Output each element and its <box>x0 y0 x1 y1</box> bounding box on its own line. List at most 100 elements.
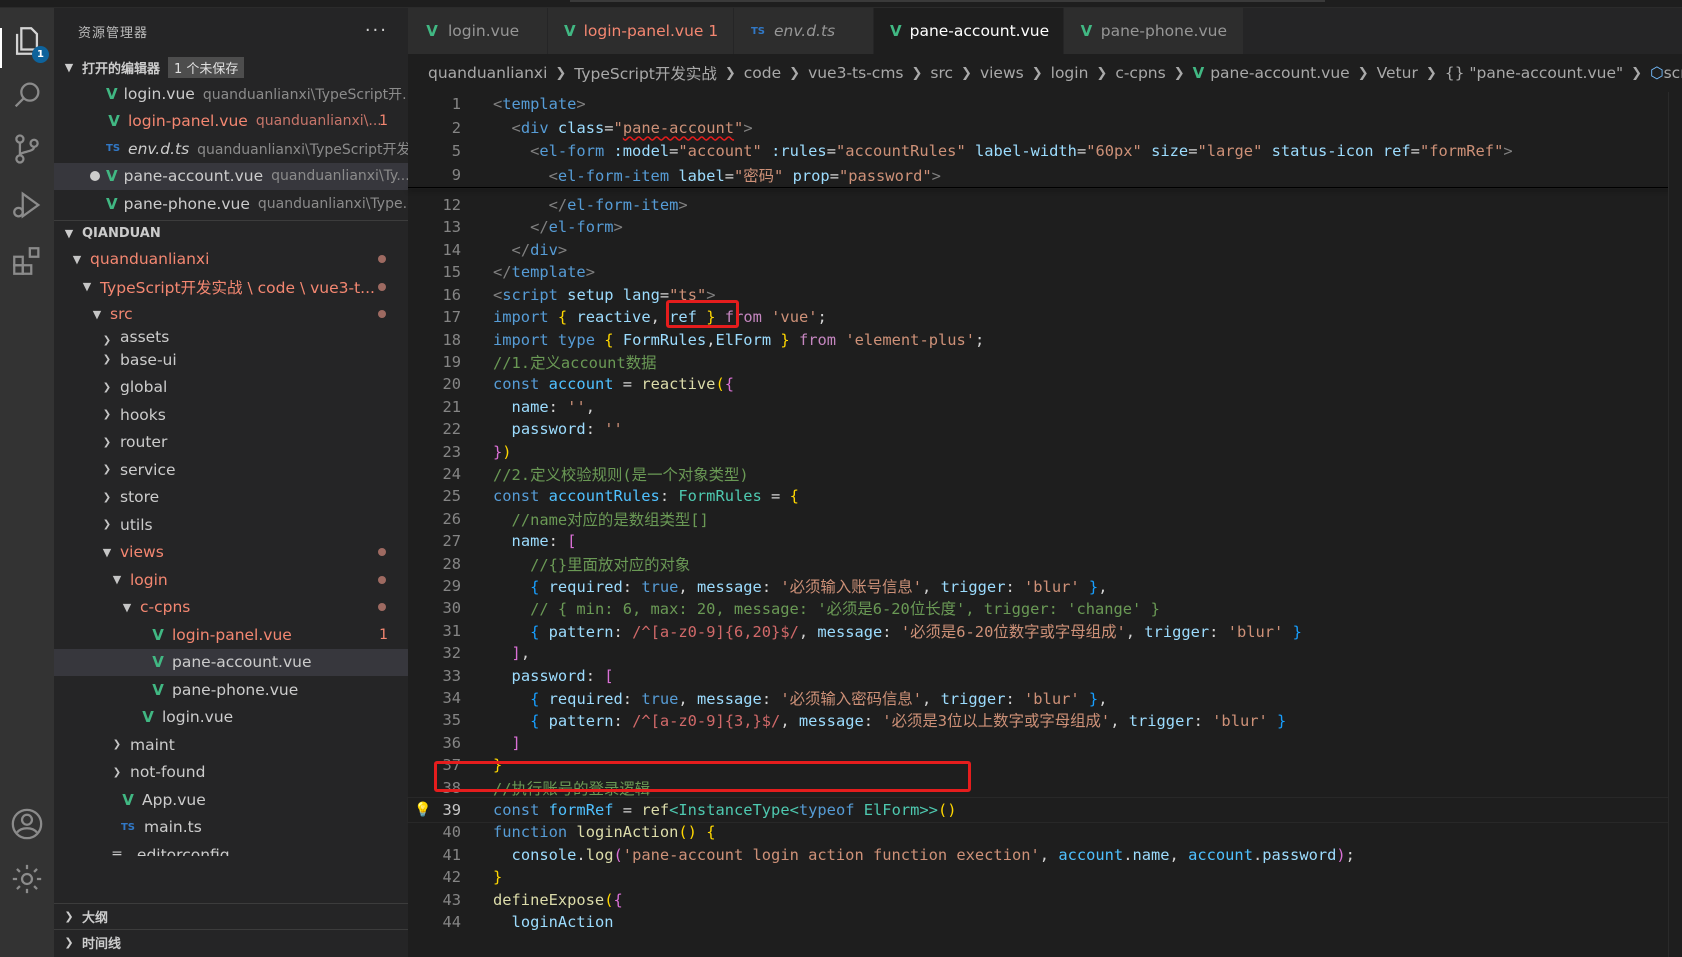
tab-pane-account[interactable]: Vpane-account.vue <box>874 8 1064 54</box>
tree-item[interactable]: ▼ TypeScript开发实战 \ code \ vue3-t... <box>54 273 408 301</box>
tab-login[interactable]: Vlogin.vue <box>408 8 548 54</box>
code-line: 17 import { reactive, ref } from 'vue'; <box>408 305 1682 329</box>
tree-item[interactable]: ❯ global <box>54 374 408 402</box>
tree-item[interactable]: ❯ service <box>54 456 408 484</box>
tree-item[interactable]: ❯ utils <box>54 511 408 539</box>
breadcrumb-item[interactable]: Vetur <box>1377 64 1418 82</box>
breadcrumb-item[interactable]: login <box>1051 64 1089 82</box>
tree-item[interactable]: ▼ quanduanlianxi <box>54 246 408 274</box>
code-line: 12 </el-form-item> <box>408 193 1682 217</box>
line-number: 22 <box>442 420 461 439</box>
extensions-icon[interactable] <box>6 240 48 282</box>
tree-item[interactable]: Vpane-phone.vue <box>54 676 408 704</box>
tree-item[interactable]: ❯ store <box>54 484 408 512</box>
tree-item[interactable]: ❯ base-ui <box>54 346 408 374</box>
breadcrumb-item[interactable]: code <box>744 64 781 82</box>
tree-item[interactable]: ❯ hooks <box>54 401 408 429</box>
line-number: 23 <box>442 442 461 461</box>
breadcrumb-item[interactable]: vue3-ts-cms <box>808 64 903 82</box>
typescript-file-icon: TS <box>120 821 136 833</box>
tree-item[interactable]: TS main.ts <box>54 814 408 842</box>
vue-file-icon: V <box>564 22 576 40</box>
tree-item[interactable]: ▼ src <box>54 301 408 329</box>
tree-item[interactable]: Vlogin.vue <box>54 704 408 732</box>
line-content: </div> <box>511 240 568 259</box>
breadcrumb: quanduanlianxi ❯ TypeScript开发实战 ❯ code ❯ vue3-… <box>408 54 1682 92</box>
tree-item[interactable]: ❯ assets <box>54 328 408 346</box>
tree-item-label: TypeScript开发实战 \ code \ vue3-t... <box>100 278 375 297</box>
breadcrumb-item[interactable]: src <box>930 64 953 82</box>
tree-item[interactable]: ▼ views <box>54 539 408 567</box>
unsaved-dot-icon <box>90 171 100 182</box>
top-scrollbar[interactable] <box>570 0 1325 2</box>
breadcrumb-item[interactable]: c-cpns <box>1115 64 1165 82</box>
tree-item-label: maint <box>130 735 175 754</box>
open-editor-name: login-panel.vue <box>128 112 248 131</box>
account-icon[interactable] <box>6 803 48 845</box>
tree-item[interactable]: ≡ .editorconfig <box>54 841 408 856</box>
open-editor-item[interactable]: Vpane-account.vue quanduanlianxi\Ty... <box>54 162 408 190</box>
line-content: console.log('pane-account login action f… <box>511 845 1355 864</box>
chevron-right-icon: ❯ <box>112 766 122 778</box>
editor-scrollbar[interactable] <box>1668 92 1682 957</box>
search-icon[interactable] <box>6 74 48 116</box>
line-number: 28 <box>442 554 461 573</box>
tab-env[interactable]: TS env.d.ts <box>734 8 874 54</box>
tree-item[interactable]: ▼ login <box>54 566 408 594</box>
source-control-icon[interactable] <box>6 128 48 170</box>
tree-item[interactable]: Vlogin-panel.vue 1 <box>54 621 408 649</box>
breadcrumb-item[interactable]: views <box>980 64 1024 82</box>
open-editor-item[interactable]: Vlogin-panel.vue quanduanlianxi\... 1 <box>54 108 408 136</box>
activity-bar: 1 <box>0 8 54 957</box>
line-content: } <box>493 868 503 887</box>
tree-item-label: store <box>120 488 160 507</box>
line-content: { required: true, message: '必须输入密码信息', t… <box>530 690 1108 709</box>
code-line: 39 const formRef = ref<InstanceType<typeo… <box>407 797 1682 823</box>
line-number: 34 <box>442 689 461 708</box>
chevron-right-icon: ❯ <box>961 65 972 81</box>
open-editor-item[interactable]: Vlogin.vue quanduanlianxi\TypeScript开... <box>54 80 408 108</box>
tree-item[interactable]: Vpane-account.vue <box>54 648 408 676</box>
breadcrumb-item[interactable]: {} "pane-account.vue" <box>1445 64 1623 82</box>
breadcrumb-item[interactable]: pane-account.vue <box>1210 64 1350 82</box>
workspace-header[interactable]: ▼ QIANDUAN <box>54 219 408 246</box>
open-editor-item[interactable]: Vpane-phone.vue quanduanlianxi\Type... <box>54 190 408 218</box>
code-line: 40 function loginAction() { <box>408 821 1682 845</box>
run-debug-icon[interactable] <box>6 184 48 226</box>
chevron-right-icon: ❯ <box>64 910 74 923</box>
open-editors-header[interactable]: ▼ 打开的编辑器 1 个未保存 <box>54 54 408 80</box>
line-content: { required: true, message: '必须输入账号信息', t… <box>530 577 1108 596</box>
code-editor[interactable]: 1 <template> 2 <div class="pane-account"> 5… <box>407 92 1682 957</box>
line-number: 18 <box>442 330 461 349</box>
code-line: 14 </div> <box>408 238 1682 262</box>
code-line: 44 loginAction <box>408 910 1682 934</box>
chevron-right-icon: ❯ <box>112 739 122 751</box>
breadcrumb-item[interactable]: quanduanlianxi <box>428 64 547 82</box>
line-content: </template> <box>493 263 595 282</box>
line-number: 27 <box>442 532 461 551</box>
tab-login-panel[interactable]: Vlogin-panel.vue 1 <box>548 8 734 54</box>
tree-item-label: router <box>120 433 168 452</box>
breadcrumb-item[interactable]: script <box>1664 64 1682 82</box>
settings-gear-icon[interactable] <box>6 858 48 900</box>
tree-item[interactable]: ❯ router <box>54 429 408 457</box>
problem-dot-icon <box>378 548 386 557</box>
explorer-icon[interactable]: 1 <box>6 20 49 63</box>
open-editor-item[interactable]: TS env.d.ts quanduanlianxi\TypeScript开发... <box>54 135 408 163</box>
outline-header[interactable]: ❯ 大纲 <box>54 903 408 929</box>
timeline-header[interactable]: ❯ 时间线 <box>54 929 408 955</box>
tree-item[interactable]: ❯ maint <box>54 731 408 759</box>
tree-item[interactable]: ▼ c-cpns <box>54 594 408 622</box>
more-actions-icon[interactable]: ··· <box>365 20 388 41</box>
tree-item[interactable]: ❯ not-found <box>54 759 408 787</box>
config-file-icon: ≡ <box>111 846 123 856</box>
timeline-label: 时间线 <box>82 937 122 952</box>
code-line: 2 <div class="pane-account"> <box>408 116 1682 140</box>
tab-pane-phone[interactable]: Vpane-phone.vue <box>1064 8 1244 54</box>
tab-label: login.vue <box>448 22 520 40</box>
code-line: 24 //2.定义校验规则(是一个对象类型) <box>408 462 1682 486</box>
breadcrumb-item[interactable]: TypeScript开发实战 <box>574 62 717 84</box>
tree-item[interactable]: V App.vue <box>54 786 408 814</box>
explorer-title-text: 资源管理器 <box>78 25 149 41</box>
lightbulb-icon[interactable]: 💡 <box>414 802 431 818</box>
